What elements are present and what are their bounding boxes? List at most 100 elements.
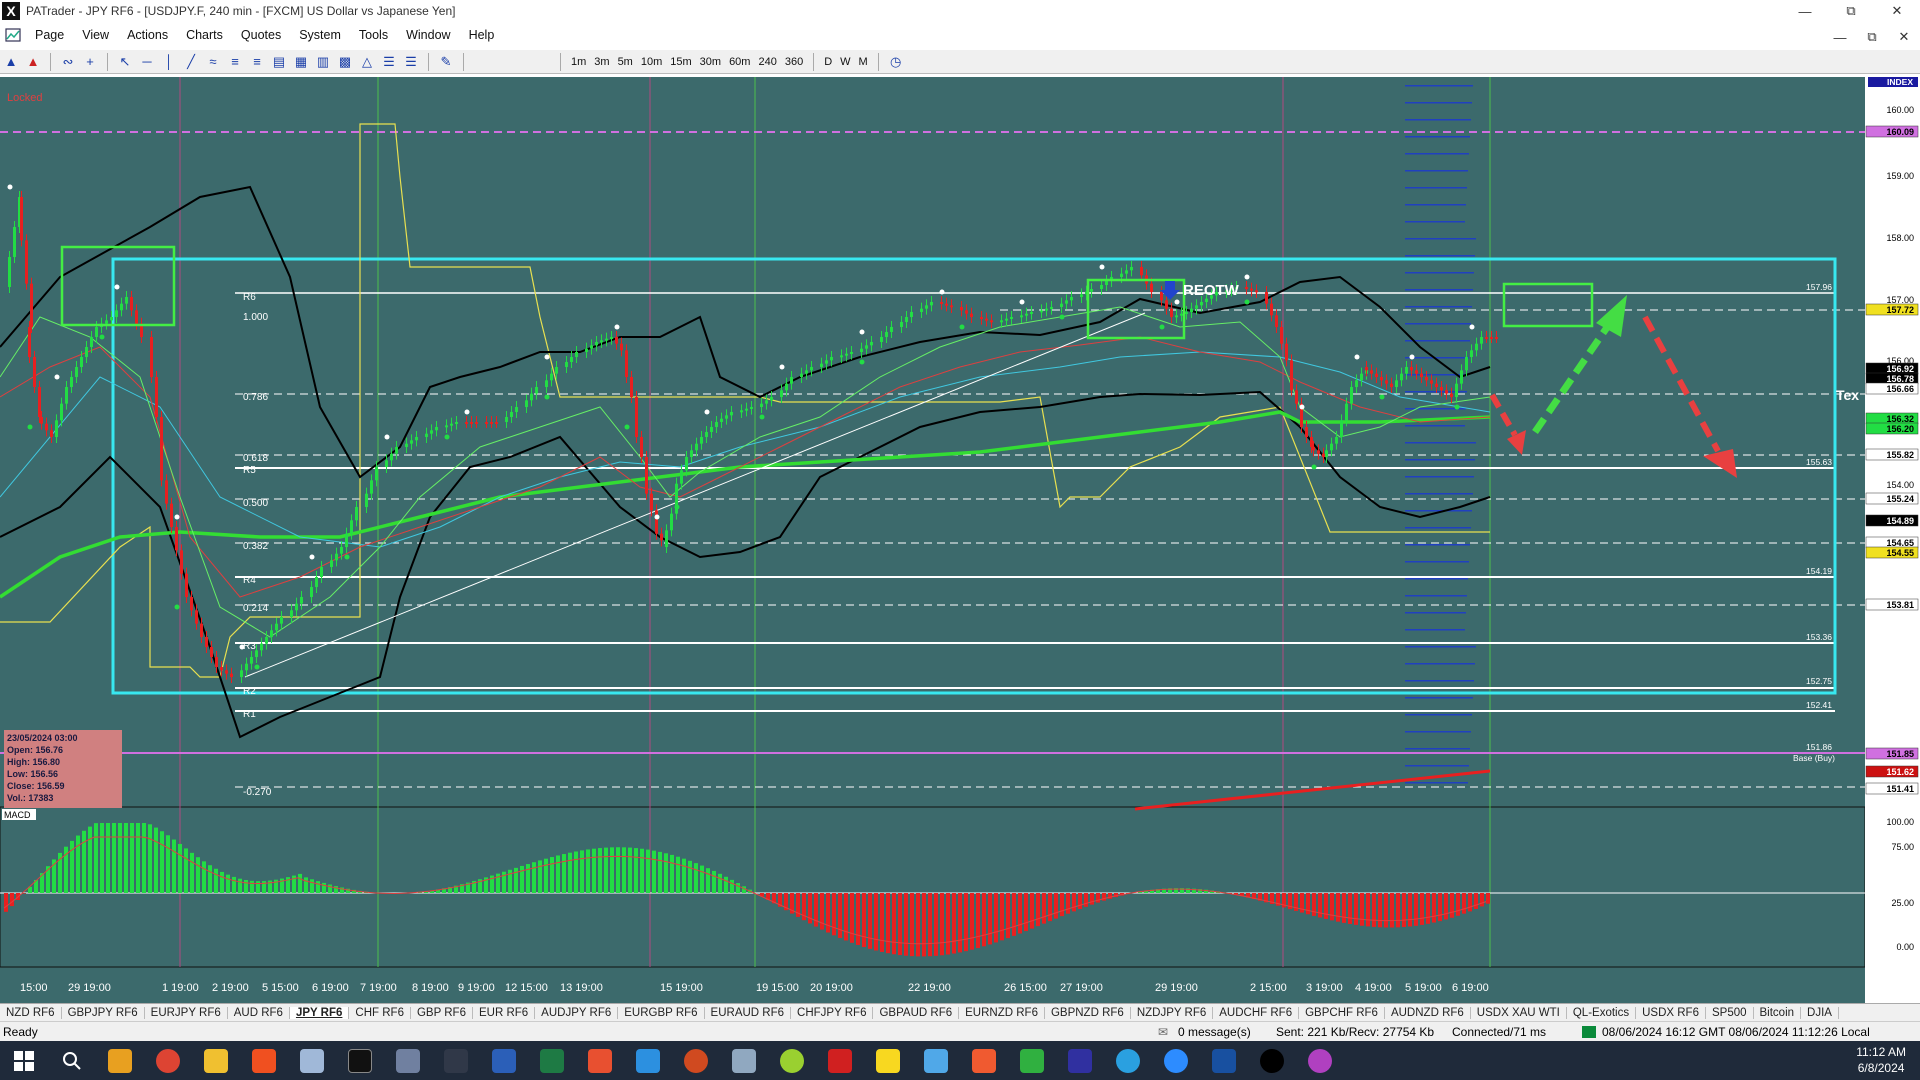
- clock-icon[interactable]: ◷: [885, 52, 907, 72]
- symbol-tab[interactable]: USDX XAU WTI: [1471, 1006, 1567, 1019]
- restore-icon[interactable]: ⧉: [1828, 0, 1874, 22]
- tf-10m[interactable]: 10m: [637, 56, 666, 68]
- symbol-tab[interactable]: EURGBP RF6: [618, 1006, 705, 1019]
- chart-menu-icon[interactable]: [0, 26, 26, 44]
- taskbar-clock[interactable]: 11:12 AM 6/8/2024: [1856, 1044, 1906, 1076]
- symbol-tab[interactable]: NZDJPY RF6: [1131, 1006, 1214, 1019]
- search-icon[interactable]: [52, 1044, 92, 1078]
- price-chart[interactable]: REOTW Locked R6 R5 R4 R3 R2 R1 1.000 0.7…: [0, 77, 1920, 1003]
- tiktok-icon[interactable]: [1252, 1044, 1292, 1078]
- monitor-app-icon[interactable]: [724, 1044, 764, 1078]
- bear-tool-icon[interactable]: ▲: [22, 52, 44, 72]
- sticky-notes-icon[interactable]: [868, 1044, 908, 1078]
- hline-icon[interactable]: ─: [136, 52, 158, 72]
- menu-charts[interactable]: Charts: [177, 28, 232, 42]
- bull-tool-icon[interactable]: ▲: [0, 52, 22, 72]
- tf-60m[interactable]: 60m: [725, 56, 754, 68]
- c-app-icon[interactable]: [964, 1044, 1004, 1078]
- trendline-icon[interactable]: ╱: [180, 52, 202, 72]
- envelope-icon[interactable]: ✉: [1158, 1025, 1178, 1039]
- patrader-icon[interactable]: [436, 1044, 476, 1078]
- symbol-tab[interactable]: EURJPY RF6: [145, 1006, 228, 1019]
- menu-tools[interactable]: Tools: [350, 28, 397, 42]
- minimize-icon[interactable]: —: [1782, 0, 1828, 22]
- menu-window[interactable]: Window: [397, 28, 459, 42]
- mdi-close-icon[interactable]: ✕: [1888, 26, 1920, 48]
- symbol-tab[interactable]: GBP RF6: [411, 1006, 473, 1019]
- symbol-tab[interactable]: AUDJPY RF6: [535, 1006, 619, 1019]
- red-app-icon[interactable]: [820, 1044, 860, 1078]
- telegram-icon[interactable]: [1108, 1044, 1148, 1078]
- star-app-icon[interactable]: [1204, 1044, 1244, 1078]
- mail-app-icon[interactable]: [100, 1044, 140, 1078]
- symbol-tab[interactable]: GBPAUD RF6: [873, 1006, 960, 1019]
- properties-icon[interactable]: ✎: [435, 52, 457, 72]
- symbol-tab[interactable]: USDX RF6: [1636, 1006, 1706, 1019]
- gann-icon[interactable]: ▦: [290, 52, 312, 72]
- symbol-tab[interactable]: GBPCHF RF6: [1299, 1006, 1385, 1019]
- symbol-tab[interactable]: QL-Exotics: [1567, 1006, 1637, 1019]
- s-app-icon[interactable]: [580, 1044, 620, 1078]
- cycle-icon[interactable]: ▥: [312, 52, 334, 72]
- symbol-tab[interactable]: EURNZD RF6: [959, 1006, 1045, 1019]
- camtasia-icon[interactable]: [1012, 1044, 1052, 1078]
- s-blue-app-icon[interactable]: [628, 1044, 668, 1078]
- close-icon[interactable]: ✕: [1874, 0, 1920, 22]
- fib-fan-icon[interactable]: ≈: [202, 52, 224, 72]
- excel-icon[interactable]: [532, 1044, 572, 1078]
- symbol-tab[interactable]: NZD RF6: [0, 1006, 62, 1019]
- menu-page[interactable]: Page: [26, 28, 73, 42]
- symbol-tab[interactable]: AUDCHF RF6: [1213, 1006, 1300, 1019]
- tf-30m[interactable]: 30m: [696, 56, 725, 68]
- quote-app-icon[interactable]: [1060, 1044, 1100, 1078]
- mdi-minimize-icon[interactable]: —: [1824, 26, 1856, 48]
- tf-240[interactable]: 240: [754, 56, 780, 68]
- symbol-tab[interactable]: DJIA: [1801, 1006, 1839, 1019]
- menu-system[interactable]: System: [290, 28, 350, 42]
- notes-app-icon[interactable]: [292, 1044, 332, 1078]
- word-icon[interactable]: [484, 1044, 524, 1078]
- tf-weekly[interactable]: W: [836, 56, 854, 68]
- menu-actions[interactable]: Actions: [118, 28, 177, 42]
- tf-360[interactable]: 360: [781, 56, 807, 68]
- symbol-tab[interactable]: EUR RF6: [473, 1006, 536, 1019]
- symbol-tab[interactable]: EURAUD RF6: [705, 1006, 792, 1019]
- symbol-tab[interactable]: JPY RF6: [289, 1006, 350, 1019]
- tf-15m[interactable]: 15m: [666, 56, 695, 68]
- brave-icon[interactable]: [244, 1044, 284, 1078]
- profile-app-icon[interactable]: [1300, 1044, 1340, 1078]
- windows-start-icon[interactable]: [4, 1044, 44, 1078]
- chart-type-icon[interactable]: ∾: [57, 52, 79, 72]
- menu-view[interactable]: View: [73, 28, 118, 42]
- n-app-icon[interactable]: [772, 1044, 812, 1078]
- ic-app-icon[interactable]: [340, 1044, 380, 1078]
- triangle-icon[interactable]: △: [356, 52, 378, 72]
- zoom-icon[interactable]: [1156, 1044, 1196, 1078]
- menu-quotes[interactable]: Quotes: [232, 28, 290, 42]
- tf-daily[interactable]: D: [820, 56, 836, 68]
- bars-icon[interactable]: ☰: [400, 52, 422, 72]
- mdi-restore-icon[interactable]: ⧉: [1856, 26, 1888, 48]
- powerpoint-icon[interactable]: [676, 1044, 716, 1078]
- channel-icon[interactable]: ▤: [268, 52, 290, 72]
- fib-retracement-icon[interactable]: ≡: [224, 52, 246, 72]
- symbol-tab[interactable]: Bitcoin: [1754, 1006, 1802, 1019]
- symbol-tab[interactable]: AUDNZD RF6: [1385, 1006, 1471, 1019]
- tf-5m[interactable]: 5m: [614, 56, 637, 68]
- tf-3m[interactable]: 3m: [590, 56, 613, 68]
- tf-monthly[interactable]: M: [855, 56, 872, 68]
- menu-help[interactable]: Help: [460, 28, 504, 42]
- fib-ext-icon[interactable]: ≡: [246, 52, 268, 72]
- screen-app-icon[interactable]: [916, 1044, 956, 1078]
- vline-icon[interactable]: │: [158, 52, 180, 72]
- symbol-tab[interactable]: CHF RF6: [349, 1006, 411, 1019]
- symbol-tab[interactable]: CHFJPY RF6: [791, 1006, 874, 1019]
- calculator-icon[interactable]: [388, 1044, 428, 1078]
- symbol-tab[interactable]: GBPNZD RF6: [1045, 1006, 1131, 1019]
- chart-area[interactable]: REOTW Locked R6 R5 R4 R3 R2 R1 1.000 0.7…: [0, 77, 1920, 1003]
- pitchfork-icon[interactable]: ☰: [378, 52, 400, 72]
- pointer-icon[interactable]: ↖: [114, 52, 136, 72]
- symbol-tab[interactable]: SP500: [1706, 1006, 1754, 1019]
- symbol-tab[interactable]: AUD RF6: [228, 1006, 290, 1019]
- file-explorer-icon[interactable]: [196, 1044, 236, 1078]
